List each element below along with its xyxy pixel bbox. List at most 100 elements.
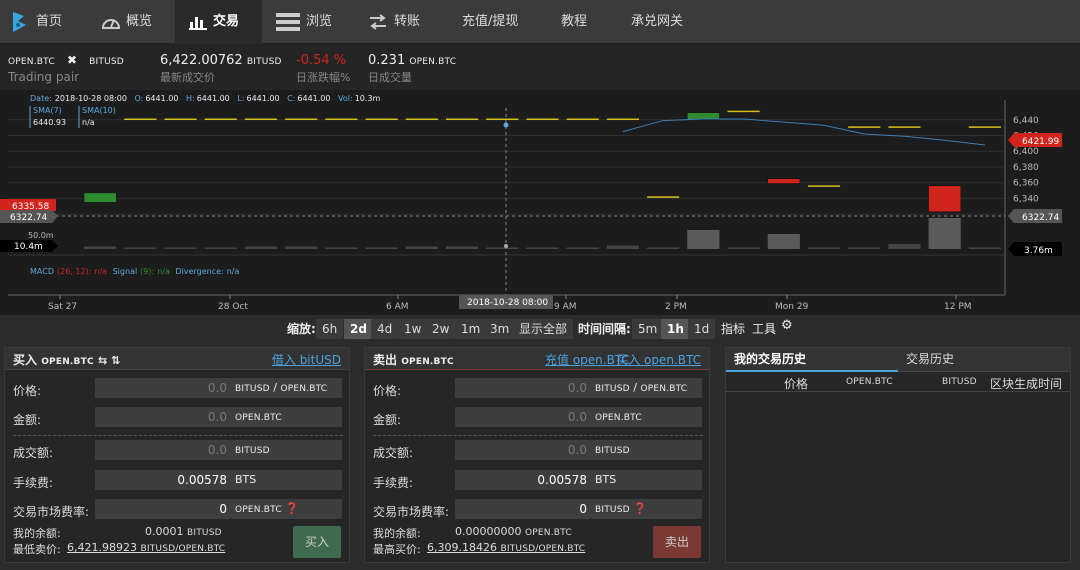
sell-button[interactable]: 卖出 [653,526,701,558]
buy-balance[interactable]: 0.0001 BITUSD [145,525,222,538]
vol-axis-label: 50.0m [28,231,54,240]
zoom-6h[interactable]: 6h [316,319,344,339]
buy-total-unit: BITUSD [231,440,342,460]
sell-amount-input[interactable]: 0.0 [455,407,591,427]
borrow-link[interactable]: 借入 bitUSD [272,351,341,368]
macd-info: MACD (26, 12): n/a Signal (9): n/a Divergenc… [30,267,239,276]
col-quote: BITUSD [942,377,977,387]
lowest-ask-label: 最低卖价: [13,543,61,556]
sell-total-input[interactable]: 0.0 [455,440,591,460]
buy-amount-input[interactable]: 0.0 [95,407,231,427]
interval-label: 时间间隔: [578,322,631,336]
buy-title: 买入 OPEN.BTC ⇆ ⇅ [13,353,121,367]
zoom-2w[interactable]: 2w [426,319,456,339]
buy-total-label: 成交额: [13,446,54,460]
volume-bar [285,246,318,249]
nav-tutorial-label: 教程 [561,14,588,29]
pair-label: Trading pair [8,70,80,84]
x-tick-label: 12 PM [944,302,972,312]
volume-bar [928,218,961,249]
sma10-label: SMA(10) [82,106,116,115]
volume-bar [566,247,599,249]
settings-gear-icon[interactable]: ⚙ [781,318,793,333]
zoom-1m[interactable]: 1m [455,319,487,339]
interval-5m[interactable]: 5m [632,319,664,339]
interval-1d[interactable]: 1d [688,319,716,339]
volume-bar [124,247,157,249]
tab-my-history[interactable]: 我的交易历史 [726,348,898,372]
chart-svg[interactable]: 6,4406,4206,4006,3806,3606,3406,320Sat 2… [0,90,1080,315]
sell-price-label: 价格: [373,384,402,398]
nav-tutorial[interactable]: 教程 [561,0,611,44]
nav-explorer[interactable]: 浏览 [276,0,346,44]
candle [848,126,881,128]
last-price-label: 最新成交价 [160,71,215,84]
volume-bar [526,247,559,249]
volume-bar [244,246,278,249]
top-nav: 首页 概览 交易 浏览 转账 充值/提现 教程 承兑网关 [0,0,1080,44]
server-icon [276,12,300,31]
x-tick-label: 28 Oct [218,302,248,312]
zoom-2d[interactable]: 2d [344,319,373,339]
volume-bar [164,247,197,249]
sell-market-fee-label: 交易市场费率: [373,505,450,519]
x-tick-label: Mon 29 [775,302,809,312]
nav-home[interactable]: 首页 [10,0,80,44]
price-chart[interactable]: 6,4406,4206,4006,3806,3606,3406,320Sat 2… [0,90,1080,315]
market-header: OPEN.BTC ✖ BITUSD Trading pair 6,422.007… [0,44,1080,90]
y-tick-label: 6,360 [1013,179,1039,189]
crosshair-price-tag-text: 6322.74 [1022,213,1059,223]
candle [83,192,117,203]
col-base: OPEN.BTC [846,377,893,387]
last-price-value: 6,422.00762 [160,53,243,68]
day-volume-unit: OPEN.BTC [409,57,457,67]
buy-price-input[interactable]: 0.0 [95,378,231,398]
indicators-button[interactable]: 指标 [721,320,745,337]
buy-total-input[interactable]: 0.0 [95,440,231,460]
sell-balance[interactable]: 0.00000000 OPEN.BTC [455,525,572,538]
sma7-line [622,118,985,146]
pair-selector[interactable]: OPEN.BTC ✖ BITUSD [8,53,124,68]
candle [486,118,519,121]
zoom-3m[interactable]: 3m [484,319,516,339]
help-icon[interactable]: ❓ [633,502,647,515]
tools-button[interactable]: 工具 [752,320,776,337]
y-tick-label: 6,340 [1013,194,1039,204]
zoom-show-all[interactable]: 显示全部 [513,319,574,339]
highest-bid[interactable]: 6,309.18426 BITUSD/OPEN.BTC [427,541,585,554]
nav-exchange[interactable]: 交易 [175,0,262,44]
buy-panel-header: 买入 OPEN.BTC ⇆ ⇅ 借入 bitUSD [5,348,349,370]
candle [566,118,599,121]
nav-overview[interactable]: 概览 [102,0,172,44]
help-icon[interactable]: ❓ [285,502,299,515]
nav-gateway[interactable]: 承兑网关 [631,0,701,44]
swap-icon[interactable]: ✖ [67,53,77,67]
candle [405,118,438,121]
sell-price-input[interactable]: 0.0 [455,378,591,398]
lowest-ask[interactable]: 6,421.98923 BITUSD/OPEN.BTC [67,541,225,554]
volume-bar [405,246,438,249]
volume-bar [848,247,881,249]
volume-bar [606,245,640,249]
dashboard-icon [102,18,120,29]
sell-fee-unit[interactable]: BTS [591,470,702,490]
interval-1h[interactable]: 1h [661,319,690,339]
candle [244,118,278,121]
volume-bar [647,247,680,249]
zoom-1w[interactable]: 1w [398,319,428,339]
buy-market-fee-unit: OPEN.BTC ❓ [231,499,342,519]
ohlc-info: Date: 2018-10-28 08:00 O: 6441.00 H: 6441.0… [30,94,381,103]
buy-amount-label: 金额: [13,413,42,427]
buy-swap-icons[interactable]: ⇆ ⇅ [98,354,120,367]
buy-button[interactable]: 买入 [293,526,341,558]
nav-transfer[interactable]: 转账 [368,0,438,44]
zoom-4d[interactable]: 4d [371,319,399,339]
buy-fee-unit[interactable]: BTS [231,470,342,490]
tab-all-history[interactable]: 交易历史 [906,348,954,372]
candle [767,178,801,184]
buy-asset-link[interactable]: 买入 open.BTC [616,351,701,368]
day-volume-label: 日成交量 [368,71,412,84]
sell-amount-unit: OPEN.BTC [591,407,702,427]
nav-deposit[interactable]: 充值/提现 [462,0,542,44]
buy-panel: 买入 OPEN.BTC ⇆ ⇅ 借入 bitUSD 价格: 0.0 BITUSD… [4,347,350,563]
